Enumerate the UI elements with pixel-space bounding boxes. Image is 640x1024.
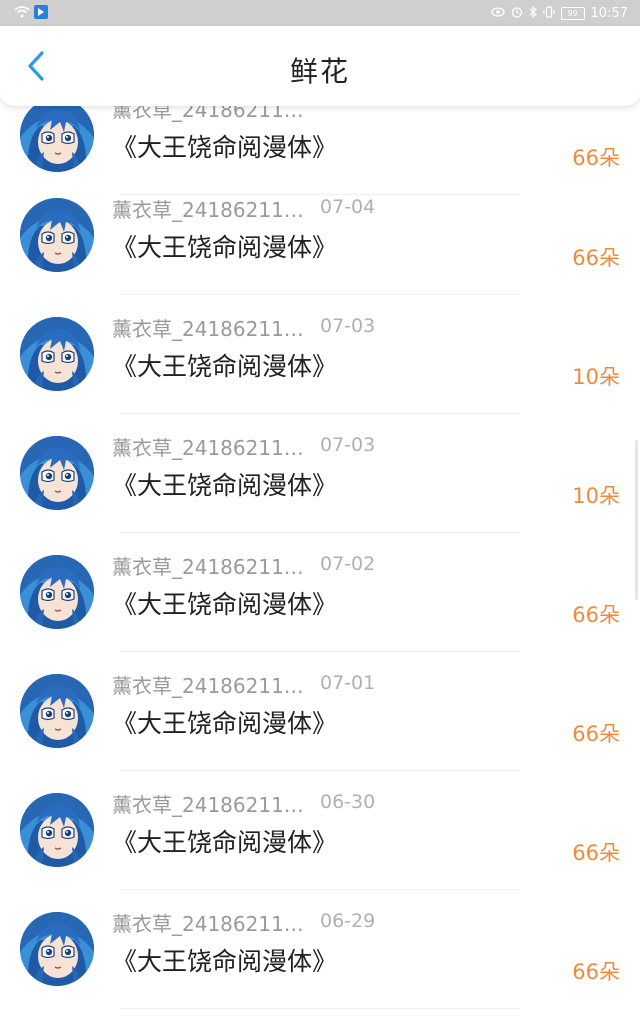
list-item[interactable]: 薰衣草_24186211… 07-02 《大王饶命阅漫体》 66朵 (0, 553, 640, 673)
list-item[interactable]: 薰衣草_24186211… 06-29 《大王饶命阅漫体》 66朵 (0, 910, 640, 1024)
avatar (20, 793, 94, 867)
user-name: 薰衣草_24186211… (112, 436, 304, 460)
navigation-header: 鲜花 (0, 26, 640, 106)
list-item[interactable]: 薰衣草_24186211… 07-03 《大王饶命阅漫体》 10朵 (0, 434, 640, 554)
flower-record-list[interactable]: 薰衣草_24186211… 《大王饶命阅漫体》 66朵 薰衣草_24186211… (0, 0, 640, 1024)
book-title: 《大王饶命阅漫体》 (112, 828, 338, 857)
record-date: 07-01 (320, 672, 376, 694)
avatar (20, 317, 94, 391)
record-date: 06-30 (320, 791, 376, 813)
flower-amount: 10朵 (572, 484, 620, 508)
book-title: 《大王饶命阅漫体》 (112, 471, 338, 500)
list-item[interactable]: 薰衣草_24186211… 07-04 《大王饶命阅漫体》 66朵 (0, 196, 640, 316)
divider (120, 889, 520, 890)
book-title: 《大王饶命阅漫体》 (112, 352, 338, 381)
user-name: 薰衣草_24186211… (112, 793, 304, 817)
flower-amount: 66朵 (572, 960, 620, 984)
avatar (20, 674, 94, 748)
user-name: 薰衣草_24186211… (112, 674, 304, 698)
record-date: 07-04 (320, 196, 376, 218)
user-name: 薰衣草_24186211… (112, 912, 304, 936)
scrollbar[interactable] (635, 440, 638, 600)
book-title: 《大王饶命阅漫体》 (112, 133, 338, 162)
divider (120, 770, 520, 771)
divider (120, 294, 520, 295)
book-title: 《大王饶命阅漫体》 (112, 233, 338, 262)
avatar (20, 98, 94, 172)
divider (120, 1008, 520, 1009)
flower-amount: 66朵 (572, 146, 620, 170)
page-title: 鲜花 (289, 55, 350, 88)
avatar (20, 912, 94, 986)
list-item[interactable]: 薰衣草_24186211… 06-30 《大王饶命阅漫体》 66朵 (0, 791, 640, 911)
book-title: 《大王饶命阅漫体》 (112, 709, 338, 738)
user-name: 薰衣草_24186211… (112, 317, 304, 341)
avatar (20, 555, 94, 629)
record-date: 07-03 (320, 315, 376, 337)
flower-amount: 66朵 (572, 603, 620, 627)
divider (120, 651, 520, 652)
book-title: 《大王饶命阅漫体》 (112, 590, 338, 619)
user-name: 薰衣草_24186211… (112, 555, 304, 579)
record-date: 07-03 (320, 434, 376, 456)
flower-amount: 10朵 (572, 365, 620, 389)
flower-amount: 66朵 (572, 841, 620, 865)
record-date: 07-02 (320, 553, 376, 575)
list-item[interactable]: 薰衣草_24186211… 07-01 《大王饶命阅漫体》 66朵 (0, 672, 640, 792)
list-item[interactable]: 薰衣草_24186211… 07-03 《大王饶命阅漫体》 10朵 (0, 315, 640, 435)
avatar (20, 198, 94, 272)
book-title: 《大王饶命阅漫体》 (112, 947, 338, 976)
avatar (20, 436, 94, 510)
divider (120, 532, 520, 533)
user-name: 薰衣草_24186211… (112, 198, 304, 222)
flower-amount: 66朵 (572, 246, 620, 270)
flower-amount: 66朵 (572, 722, 620, 746)
divider (120, 413, 520, 414)
record-date: 06-29 (320, 910, 376, 932)
